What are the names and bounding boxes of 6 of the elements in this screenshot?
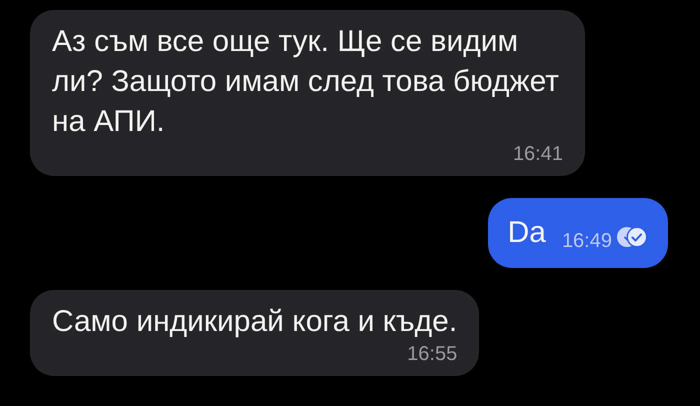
message-text: Da	[508, 215, 546, 251]
message-text: Само индикирай кога и къде.	[52, 304, 458, 340]
message-text: Аз съм все още тук. Ще се видим ли? Защото имам след това бюджет на АПИ.	[52, 24, 560, 140]
message-time: 16:49	[562, 229, 612, 254]
message-time: 16:55	[407, 342, 458, 366]
message-time: 16:41	[512, 142, 563, 166]
